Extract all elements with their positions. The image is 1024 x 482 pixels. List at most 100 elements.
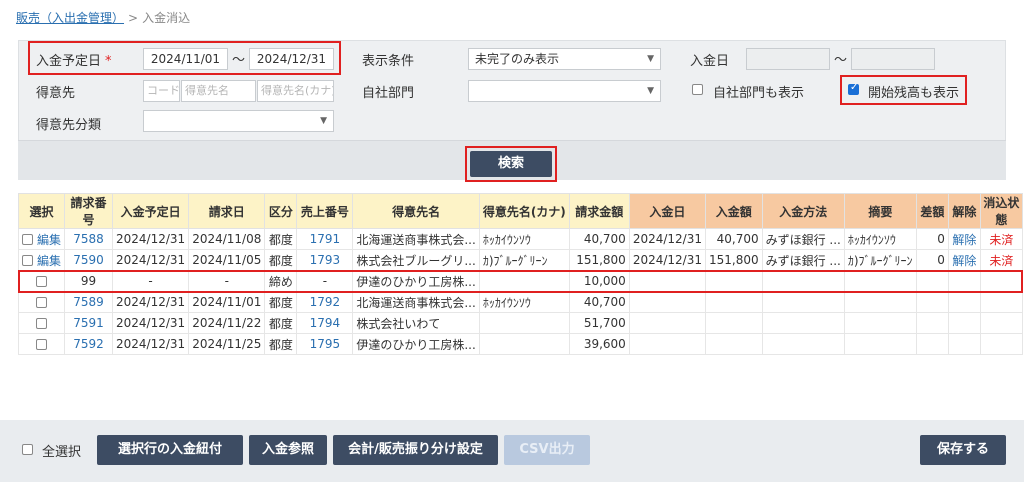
payment-date-from-input[interactable] [746, 48, 830, 70]
sales-number-link[interactable]: 1794 [310, 316, 341, 330]
select-all-checkbox[interactable] [22, 444, 33, 455]
col-header: 得意先名(カナ) [478, 193, 570, 229]
invoice-amount-cell: 10,000 [568, 270, 630, 292]
invoice-amount-cell: 151,800 [568, 249, 630, 271]
department-select[interactable]: ▼ [468, 80, 661, 102]
show-opening-balance-label: 開始残高も表示 [868, 86, 960, 101]
breadcrumb: 販売（入出金管理） > 入金消込 [16, 9, 190, 26]
row-checkbox[interactable] [36, 318, 47, 329]
status-cell [979, 291, 1023, 313]
table-row: 7591 2024/12/31 2024/11/22 都度 1794 株式会社い… [17, 312, 1023, 334]
department-label: 自社部門 [362, 86, 415, 101]
payment-date-cell [628, 333, 706, 355]
customer-name-input[interactable]: 得意先名 [181, 80, 256, 102]
edit-link[interactable]: 編集 [37, 231, 61, 248]
invoice-amount-cell: 39,600 [568, 333, 630, 355]
col-header: 区分 [264, 193, 298, 229]
sales-number-link[interactable]: 1792 [310, 295, 341, 309]
customer-kana-cell [478, 312, 570, 334]
payment-method-cell [761, 312, 845, 334]
sales-number-cell: - [296, 270, 354, 292]
payment-amount-cell [704, 291, 763, 313]
invoice-number-link[interactable]: 7590 [73, 253, 104, 267]
customer-kana-cell: ｶ)ﾌﾞﾙｰｸﾞﾘｰﾝ [478, 249, 570, 271]
invoice-date-cell: 2024/11/08 [188, 228, 266, 250]
memo-cell: ｶ)ﾌﾞﾙｰｸﾞﾘｰﾝ [843, 249, 917, 271]
payment-amount-cell [704, 312, 763, 334]
row-checkbox[interactable] [22, 254, 33, 266]
cancel-cell [947, 312, 981, 334]
link-payment-button[interactable]: 選択行の入金紐付 [97, 435, 243, 465]
customer-kana-cell [478, 270, 570, 292]
due-date-cell: 2024/12/31 [112, 291, 190, 313]
payment-date-to-input[interactable] [851, 48, 935, 70]
row-checkbox[interactable] [36, 339, 47, 350]
payment-method-cell [761, 333, 845, 355]
sales-number-link[interactable]: 1791 [310, 232, 341, 246]
difference-cell: 0 [915, 249, 949, 271]
due-date-cell: - [112, 270, 190, 292]
customer-class-select[interactable]: ▼ [143, 110, 334, 132]
invoice-number-link[interactable]: 7589 [73, 295, 104, 309]
col-header: 解除 [947, 193, 981, 229]
select-cell [17, 333, 66, 355]
row-checkbox[interactable] [36, 297, 47, 308]
show-department-checkbox[interactable] [692, 84, 703, 95]
kubun-cell: 都度 [264, 312, 298, 334]
due-date-to-input[interactable]: 2024/12/31 [249, 48, 334, 70]
cancel-cell [947, 291, 981, 313]
allocation-settings-button[interactable]: 会計/販売振り分け設定 [333, 435, 498, 465]
row-checkbox[interactable] [36, 276, 47, 287]
invoice-date-cell: 2024/11/05 [188, 249, 266, 271]
payment-method-cell [761, 270, 845, 292]
invoice-date-cell: 2024/11/22 [188, 312, 266, 334]
table-row: 7589 2024/12/31 2024/11/01 都度 1792 北海運送商… [17, 291, 1023, 313]
show-opening-balance-checkbox[interactable] [848, 82, 859, 95]
select-cell: 編集 [17, 249, 66, 271]
customer-label: 得意先 [36, 86, 76, 101]
select-all-label: 全選択 [42, 445, 82, 460]
chevron-down-icon: ▼ [647, 86, 654, 96]
row-checkbox[interactable] [22, 233, 33, 245]
col-header: 請求日 [188, 193, 266, 229]
memo-cell: ﾎｯｶｲｳﾝｿｳ [843, 228, 917, 250]
customer-kana-input[interactable]: 得意先名(カナ) [257, 80, 334, 102]
invoice-number-link[interactable]: 7591 [73, 316, 104, 330]
search-button[interactable]: 検索 [470, 151, 552, 177]
invoice-number-link[interactable]: 7592 [73, 337, 104, 351]
cancel-cell [947, 270, 981, 292]
payment-amount-cell [704, 333, 763, 355]
save-button[interactable]: 保存する [920, 435, 1006, 465]
status-cell [979, 333, 1023, 355]
memo-cell [843, 291, 917, 313]
col-header: 消込状態 [979, 193, 1023, 229]
difference-cell [915, 333, 949, 355]
display-condition-select[interactable]: 未完了のみ表示 ▼ [468, 48, 661, 70]
invoice-amount-cell: 51,700 [568, 312, 630, 334]
customer-class-label: 得意先分類 [36, 118, 102, 133]
payment-table: 選択 請求番号 入金予定日 請求日 区分 売上番号 得意先名 得意先名(カナ) … [17, 193, 1024, 355]
table-header-row: 選択 請求番号 入金予定日 請求日 区分 売上番号 得意先名 得意先名(カナ) … [17, 193, 1023, 229]
invoice-date-cell: 2024/11/01 [188, 291, 266, 313]
sales-number-link[interactable]: 1795 [310, 337, 341, 351]
kubun-cell: 都度 [264, 228, 298, 250]
due-date-from-input[interactable]: 2024/11/01 [143, 48, 228, 70]
select-cell [17, 291, 66, 313]
cancel-link[interactable]: 解除 [952, 233, 976, 247]
payment-reference-button[interactable]: 入金参照 [249, 435, 327, 465]
cancel-link[interactable]: 解除 [952, 254, 976, 268]
status-cell: 未済 [979, 249, 1023, 271]
edit-link[interactable]: 編集 [37, 252, 61, 269]
customer-code-input[interactable]: コード [143, 80, 180, 102]
sales-number-link[interactable]: 1793 [310, 253, 341, 267]
payment-date-cell: 2024/12/31 [628, 228, 706, 250]
table-row: 編集 7590 2024/12/31 2024/11/05 都度 1793 株式… [17, 249, 1023, 271]
customer-name-cell: 伊達のひかり工房株... [352, 333, 480, 355]
chevron-down-icon: ▼ [647, 54, 654, 64]
payment-amount-cell: 151,800 [704, 249, 763, 271]
breadcrumb-parent-link[interactable]: 販売（入出金管理） [16, 11, 124, 25]
csv-export-button[interactable]: CSV出力 [504, 435, 590, 465]
cancel-cell [947, 333, 981, 355]
invoice-number-link[interactable]: 7588 [73, 232, 104, 246]
memo-cell [843, 270, 917, 292]
